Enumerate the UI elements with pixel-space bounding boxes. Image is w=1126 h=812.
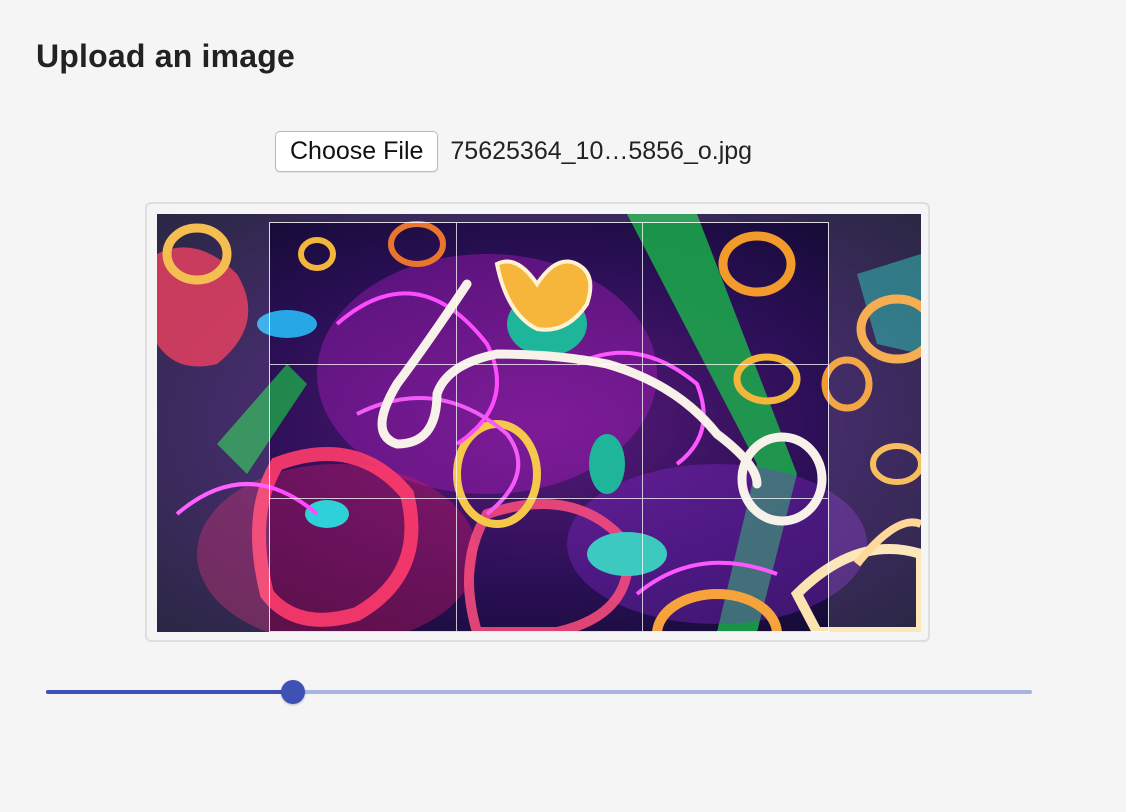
choose-file-button[interactable]: Choose File bbox=[275, 130, 439, 172]
image-cropper bbox=[145, 202, 930, 642]
page: Upload an image Choose File 75625364_10…… bbox=[0, 0, 1126, 812]
uploaded-image bbox=[157, 214, 921, 632]
file-input: Choose File 75625364_10…5856_o.jpg bbox=[275, 130, 752, 172]
crop-grid-line-v2 bbox=[641, 223, 643, 631]
selected-file-name: 75625364_10…5856_o.jpg bbox=[450, 136, 753, 165]
crop-grid-line-h2 bbox=[270, 498, 828, 500]
zoom-slider[interactable] bbox=[46, 680, 1032, 704]
zoom-slider-fill bbox=[46, 690, 293, 694]
page-title: Upload an image bbox=[36, 38, 296, 74]
crop-box[interactable] bbox=[269, 222, 829, 632]
crop-grid-line-v1 bbox=[455, 223, 457, 631]
crop-grid-line-h1 bbox=[270, 363, 828, 365]
zoom-slider-thumb[interactable] bbox=[280, 680, 305, 704]
